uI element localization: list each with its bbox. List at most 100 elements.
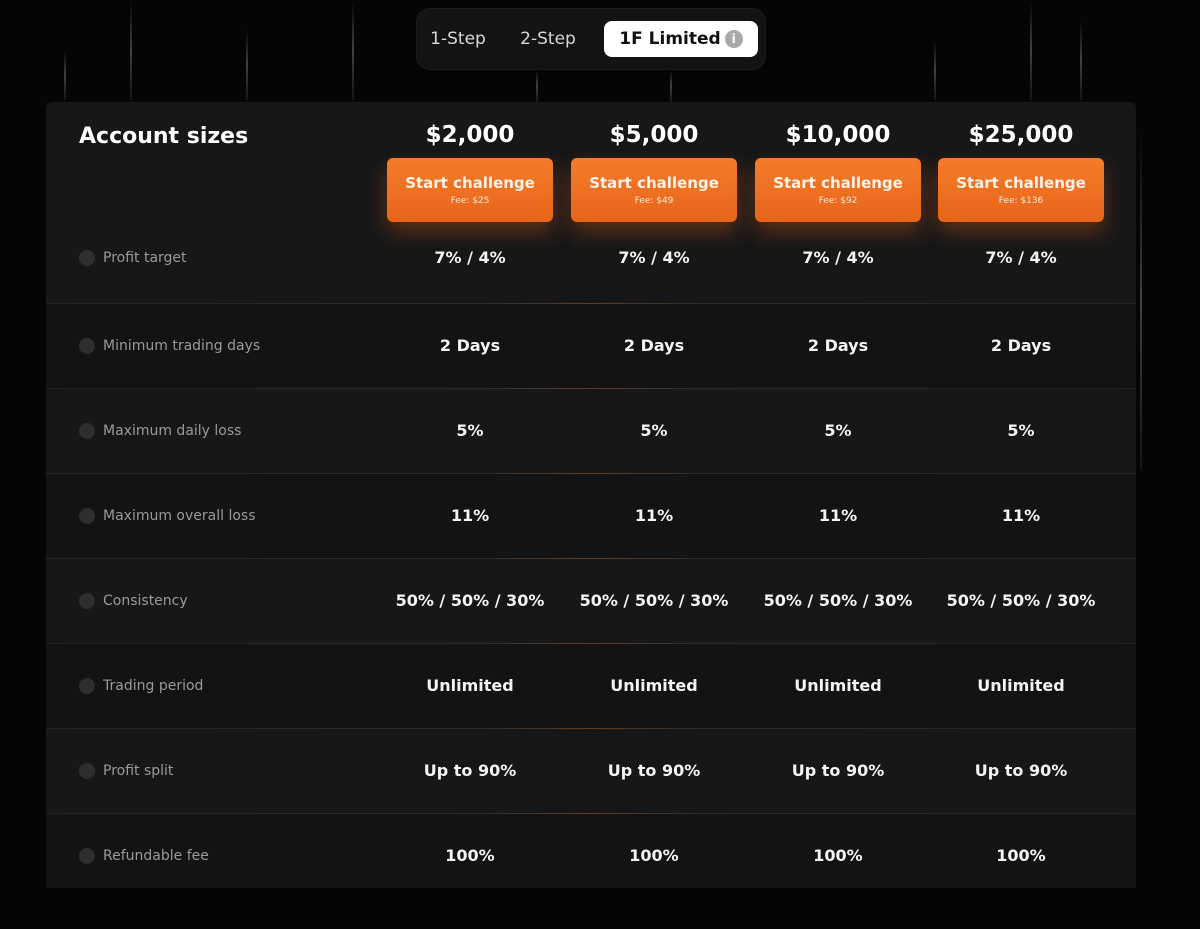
button-label: Start challenge [405,174,535,192]
row-label-text: Trading period [103,677,204,694]
table-cell: Unlimited [610,676,698,695]
table-cell: 11% [634,506,674,525]
info-icon[interactable] [79,762,95,779]
start-challenge-button[interactable]: Start challenge Fee: $92 [755,158,921,222]
button-label: Start challenge [773,174,903,192]
table-cell: 5% [1007,421,1035,440]
row-label: Profit split [79,728,173,813]
table-cell: 50% / 50% / 30% [395,591,545,610]
table-cell: Up to 90% [607,761,701,780]
column-header: $2,000 Start challenge Fee: $25 [387,118,553,222]
table-row: Trading period Unlimited Unlimited Unlim… [46,643,1136,728]
background-line [934,40,936,100]
account-price: $5,000 [609,122,699,148]
table-heading: Account sizes [79,124,249,149]
table-cell: 2 Days [990,336,1052,355]
info-icon[interactable] [79,422,95,439]
column-header: $5,000 Start challenge Fee: $49 [571,118,737,222]
table-row: Profit target 7% / 4% 7% / 4% 7% / 4% 7%… [46,215,1136,300]
background-line [1080,20,1082,100]
row-label: Minimum trading days [79,303,260,388]
info-icon[interactable]: i [724,30,743,48]
table-cell: 2 Days [623,336,685,355]
row-label-text: Maximum overall loss [103,507,256,524]
tab-2-step[interactable]: 2-Step [512,21,584,57]
row-label: Consistency [79,558,188,643]
table-cell: 11% [1001,506,1041,525]
table-row: Maximum overall loss 11% 11% 11% 11% [46,473,1136,558]
tab-label: 1F Limited [619,29,721,49]
info-icon[interactable] [79,249,95,266]
comparison-table: Account sizes $2,000 Start challenge Fee… [46,102,1136,888]
table-cell: 5% [456,421,484,440]
account-price: $2,000 [425,122,515,148]
button-label: Start challenge [589,174,719,192]
table-cell: Unlimited [977,676,1065,695]
row-label: Trading period [79,643,203,728]
table-cell: Up to 90% [974,761,1068,780]
background-line [130,0,132,100]
start-challenge-button[interactable]: Start challenge Fee: $49 [571,158,737,222]
info-icon[interactable] [79,847,95,864]
start-challenge-button[interactable]: Start challenge Fee: $136 [938,158,1104,222]
info-icon[interactable] [79,677,95,694]
table-row: Refundable fee 100% 100% 100% 100% [46,813,1136,888]
table-cell: Up to 90% [423,761,517,780]
table-cell: 11% [818,506,858,525]
table-cell: 2 Days [439,336,501,355]
info-icon[interactable] [79,507,95,524]
table-cell: Unlimited [794,676,882,695]
background-line [670,70,672,102]
row-label-text: Maximum daily loss [103,422,242,439]
pricing-page: 1-Step 2-Step 1F Limited i Account sizes … [0,0,1200,929]
background-line [352,0,354,100]
row-label-text: Profit split [103,762,174,779]
table-cell: Up to 90% [791,761,885,780]
table-cell: 5% [824,421,852,440]
row-label-text: Minimum trading days [103,337,261,354]
row-label: Maximum overall loss [79,473,256,558]
row-label: Refundable fee [79,813,209,898]
fee-label: Fee: $136 [998,196,1044,206]
table-cell: 7% / 4% [985,248,1057,267]
background-line [536,70,538,102]
info-icon[interactable] [79,337,95,354]
table-cell: 100% [813,846,863,865]
column-header: $25,000 Start challenge Fee: $136 [938,118,1104,222]
table-cell: 7% / 4% [434,248,506,267]
table-row: Minimum trading days 2 Days 2 Days 2 Day… [46,303,1136,388]
table-row: Consistency 50% / 50% / 30% 50% / 50% / … [46,558,1136,643]
fee-label: Fee: $25 [450,196,490,206]
row-label: Maximum daily loss [79,388,241,473]
table-cell: Unlimited [426,676,514,695]
table-cell: 7% / 4% [802,248,874,267]
table-cell: 50% / 50% / 30% [763,591,913,610]
table-row: Profit split Up to 90% Up to 90% Up to 9… [46,728,1136,813]
info-icon[interactable] [79,592,95,609]
row-label-text: Refundable fee [103,847,209,864]
table-cell: 2 Days [807,336,869,355]
row-label: Profit target [79,215,187,300]
table-cell: 100% [445,846,495,865]
tab-1-step[interactable]: 1-Step [424,21,492,57]
row-label-text: Profit target [103,249,187,266]
account-price: $10,000 [785,122,891,148]
row-label-text: Consistency [103,592,188,609]
table-cell: 100% [629,846,679,865]
background-line [1140,130,1142,470]
account-price: $25,000 [968,122,1074,148]
column-header: $10,000 Start challenge Fee: $92 [755,118,921,222]
background-line [1030,0,1032,100]
background-line [246,30,248,100]
table-row: Maximum daily loss 5% 5% 5% 5% [46,388,1136,473]
tab-1f-limited[interactable]: 1F Limited i [604,21,758,57]
background-line [64,50,66,100]
table-cell: 7% / 4% [618,248,690,267]
start-challenge-button[interactable]: Start challenge Fee: $25 [387,158,553,222]
table-cell: 50% / 50% / 30% [946,591,1096,610]
plan-tabs: 1-Step 2-Step 1F Limited i [416,8,766,70]
table-cell: 5% [640,421,668,440]
fee-label: Fee: $92 [818,196,858,206]
fee-label: Fee: $49 [634,196,674,206]
button-label: Start challenge [956,174,1086,192]
